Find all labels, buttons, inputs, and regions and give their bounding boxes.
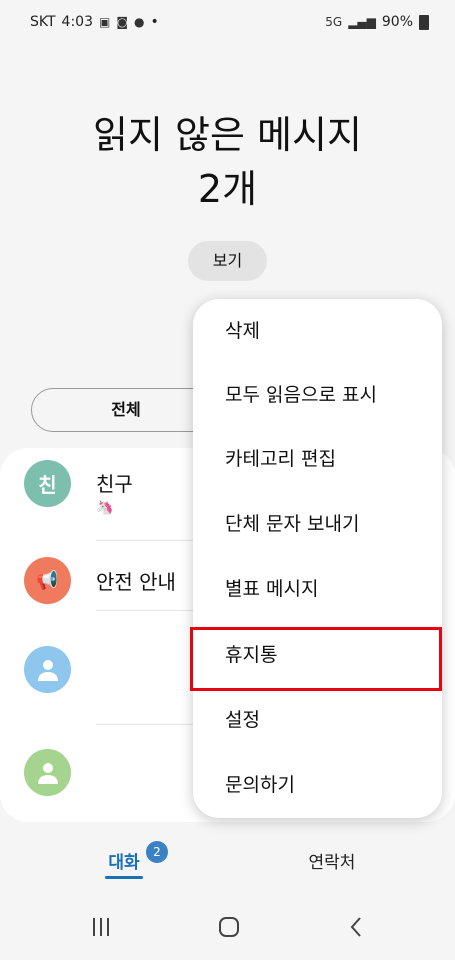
unread-headline-line2: 2개 bbox=[197, 167, 258, 211]
menu-item-delete[interactable]: 삭제 bbox=[193, 299, 442, 363]
status-left: SKT 4:03 ▣ ◙ ● • bbox=[30, 14, 159, 30]
overflow-menu: 삭제 모두 읽음으로 표시 카테고리 편집 단체 문자 보내기 별표 메시지 휴… bbox=[193, 299, 442, 818]
menu-item-starred[interactable]: 별표 메시지 bbox=[193, 557, 442, 621]
trash-highlight-box bbox=[190, 627, 442, 691]
unread-headline-line1: 읽지 않은 메시지 bbox=[93, 113, 362, 157]
menu-item-edit-categories[interactable]: 카테고리 편집 bbox=[193, 427, 442, 491]
conversation-title: 친구 bbox=[96, 472, 133, 496]
unread-headline: 읽지 않은 메시지 2개 bbox=[0, 108, 455, 216]
system-nav-bar bbox=[0, 900, 455, 960]
battery-percent: 90% bbox=[381, 14, 413, 30]
home-icon[interactable] bbox=[218, 916, 240, 942]
menu-item-group-message[interactable]: 단체 문자 보내기 bbox=[193, 492, 442, 556]
view-button[interactable]: 보기 bbox=[188, 241, 267, 281]
network-type-icon: 5G bbox=[325, 15, 343, 29]
recent-apps-icon[interactable] bbox=[91, 916, 111, 942]
battery-icon bbox=[419, 14, 429, 30]
chat-icon: ◙ bbox=[116, 15, 128, 29]
megaphone-icon: 📢 bbox=[24, 557, 71, 604]
person-avatar-icon bbox=[24, 646, 71, 693]
clock: 4:03 bbox=[61, 14, 93, 30]
gallery-icon: ▣ bbox=[99, 15, 111, 29]
unread-badge: 2 bbox=[146, 841, 168, 863]
avatar: 친 bbox=[24, 460, 71, 507]
conversation-preview: 🦄 bbox=[96, 500, 114, 516]
status-right: 5G ▂▄▆ 90% bbox=[325, 14, 429, 30]
menu-item-mark-all-read[interactable]: 모두 읽음으로 표시 bbox=[193, 363, 442, 427]
signal-icon: ▂▄▆ bbox=[348, 15, 376, 29]
back-icon[interactable] bbox=[348, 916, 364, 942]
status-bar: SKT 4:03 ▣ ◙ ● • 5G ▂▄▆ 90% bbox=[0, 0, 455, 44]
conversation-title: 안전 안내 bbox=[96, 570, 176, 594]
person-avatar-icon bbox=[24, 749, 71, 796]
bottom-tabs: 대화 2 연락처 bbox=[0, 828, 455, 888]
tab-underline bbox=[105, 876, 143, 879]
menu-item-contact-us[interactable]: 문의하기 bbox=[193, 753, 442, 817]
carrier-label: SKT bbox=[30, 14, 56, 30]
tab-contacts[interactable]: 연락처 bbox=[302, 848, 362, 873]
tab-conversations[interactable]: 대화 bbox=[104, 848, 144, 873]
talk-icon: ● bbox=[134, 15, 145, 29]
more-notifications-icon: • bbox=[150, 14, 159, 30]
menu-item-settings[interactable]: 설정 bbox=[193, 688, 442, 752]
